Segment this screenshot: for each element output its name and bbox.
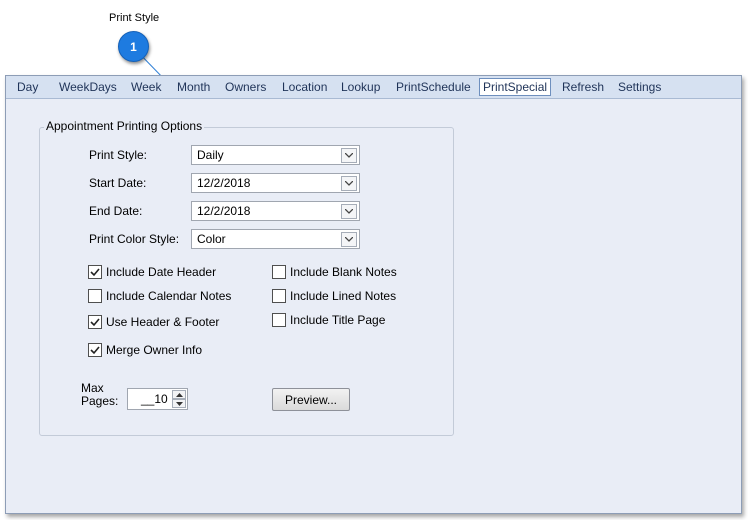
callout-badge: 1 [118,31,149,62]
tab-printschedule[interactable]: PrintSchedule [396,79,471,95]
print-style-combo[interactable]: Daily [191,145,360,165]
print-color-style-value: Color [197,232,226,246]
group-title: Appointment Printing Options [44,119,205,133]
print-color-style-combo[interactable]: Color [191,229,360,249]
end-date-value: 12/2/2018 [197,204,251,218]
tab-settings[interactable]: Settings [618,79,661,95]
tab-location[interactable]: Location [282,79,327,95]
tab-month[interactable]: Month [177,79,210,95]
tab-bar: Day WeekDays Week Month Owners Location … [6,76,741,99]
max-pages-label-line2: Pages: [81,394,119,408]
tab-lookup[interactable]: Lookup [341,79,380,95]
use-header-footer-label: Use Header & Footer [106,315,220,329]
include-title-page-label: Include Title Page [290,313,386,327]
chevron-down-icon[interactable] [341,204,357,219]
include-lined-notes-label: Include Lined Notes [290,289,397,303]
callout-label: Print Style [109,12,160,24]
end-date-combo[interactable]: 12/2/2018 [191,201,360,221]
include-calendar-notes-checkbox[interactable] [88,289,102,303]
max-pages-stepper[interactable]: __10 [127,388,188,410]
arrow-down-icon[interactable] [172,399,186,408]
tab-owners[interactable]: Owners [225,79,266,95]
check-icon [90,268,100,277]
start-date-combo[interactable]: 12/2/2018 [191,173,360,193]
start-date-label: Start Date: [89,176,147,190]
use-header-footer-checkbox[interactable] [88,315,102,329]
include-date-header-checkbox[interactable] [88,265,102,279]
include-calendar-notes-label: Include Calendar Notes [106,289,232,303]
chevron-down-icon[interactable] [341,176,357,191]
tab-printspecial[interactable]: PrintSpecial [479,78,552,96]
window: Day WeekDays Week Month Owners Location … [5,75,742,514]
tab-week[interactable]: Week [131,79,161,95]
tab-refresh[interactable]: Refresh [562,79,604,95]
include-title-page-checkbox[interactable] [272,313,286,327]
include-date-header-label: Include Date Header [106,265,217,279]
merge-owner-info-checkbox[interactable] [88,343,102,357]
include-blank-notes-checkbox[interactable] [272,265,286,279]
chevron-down-icon[interactable] [341,148,357,163]
max-pages-value: __10 [141,392,168,406]
arrow-up-icon[interactable] [172,390,186,399]
include-lined-notes-checkbox[interactable] [272,289,286,303]
merge-owner-info-label: Merge Owner Info [106,343,203,357]
print-style-value: Daily [197,148,224,162]
max-pages-label-line1: Max [81,381,104,395]
print-style-label: Print Style: [89,148,148,162]
include-blank-notes-label: Include Blank Notes [290,265,397,279]
print-color-style-label: Print Color Style: [89,232,180,246]
tab-weekdays[interactable]: WeekDays [59,79,117,95]
check-icon [90,318,100,327]
preview-button[interactable]: Preview... [272,388,350,411]
tab-day[interactable]: Day [17,79,38,95]
end-date-label: End Date: [89,204,143,218]
check-icon [90,346,100,355]
chevron-down-icon[interactable] [341,232,357,247]
start-date-value: 12/2/2018 [197,176,251,190]
